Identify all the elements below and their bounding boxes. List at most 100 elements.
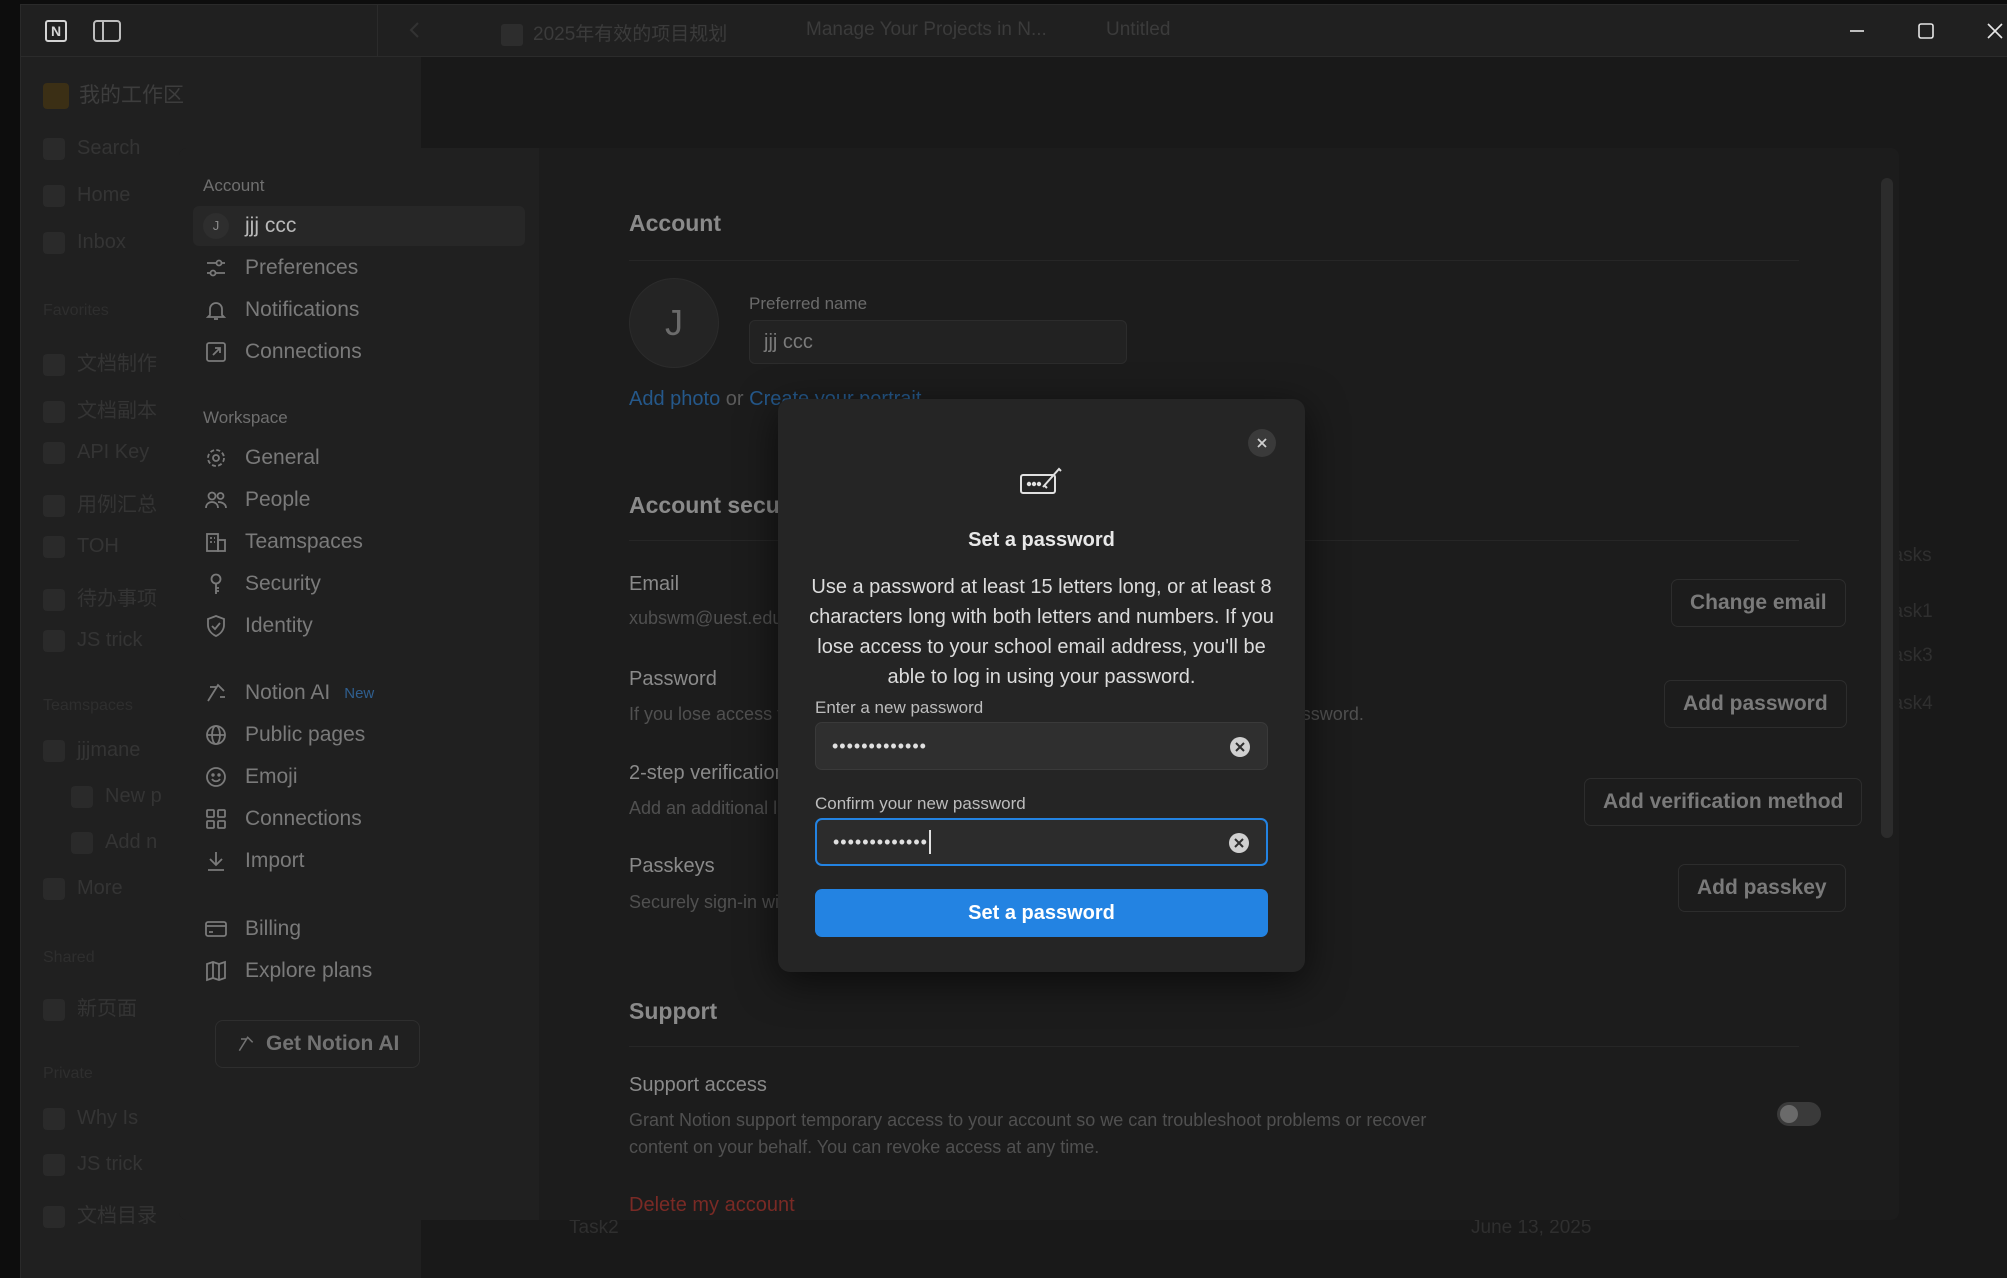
ai-icon: [236, 1034, 256, 1054]
nav-item-public-pages[interactable]: Public pages: [193, 715, 525, 755]
sidebar-item-label: Why Is: [77, 1107, 139, 1129]
get-notion-ai-button[interactable]: Get Notion AI: [215, 1020, 421, 1068]
sidebar-private-item[interactable]: JS trick: [43, 1153, 143, 1176]
sidebar-favorite[interactable]: 文档副本: [43, 394, 157, 423]
sidebar-favorite[interactable]: JS trick: [43, 629, 143, 652]
minimize-icon[interactable]: [1845, 19, 1869, 43]
sidebar-favorite[interactable]: 待办事项: [43, 582, 157, 611]
nav-item-preferences[interactable]: Preferences: [193, 248, 525, 288]
sidebar-item-label: 文档目录: [77, 1205, 157, 1227]
nav-item-billing[interactable]: Billing: [193, 909, 525, 949]
maximize-icon[interactable]: [1914, 19, 1938, 43]
sidebar-add-page[interactable]: Add n: [71, 831, 157, 854]
sidebar-private-item[interactable]: Why Is: [43, 1107, 138, 1130]
sidebar-item-label: JS trick: [77, 1153, 143, 1175]
nav-item-notifications[interactable]: Notifications: [193, 290, 525, 330]
add-passkey-button[interactable]: Add passkey: [1678, 864, 1846, 912]
home-icon: [43, 184, 65, 207]
clear-input-icon[interactable]: [1228, 832, 1250, 854]
building-icon: [203, 529, 229, 555]
sidebar-favorite[interactable]: 用例汇总: [43, 488, 157, 517]
smile-icon: [203, 764, 229, 790]
sidebar-item-label: New p: [105, 785, 162, 807]
page-icon: [501, 23, 523, 46]
nav-item-integrations[interactable]: Connections: [193, 799, 525, 839]
nav-item-connections[interactable]: Connections: [193, 332, 525, 372]
sidebar-private-item[interactable]: 文档目录: [43, 1199, 157, 1228]
email-label: Email: [629, 573, 680, 595]
page-icon: [71, 785, 93, 808]
nav-item-label: Billing: [245, 917, 302, 940]
add-verification-button[interactable]: Add verification method: [1584, 778, 1863, 826]
sidebar-shared-item[interactable]: 新页面: [43, 992, 137, 1021]
new-badge: New: [344, 684, 375, 702]
more-icon: [43, 877, 65, 900]
ai-icon: [203, 680, 229, 706]
nav-item-label: Import: [245, 849, 305, 872]
nav-item-identity[interactable]: Identity: [193, 606, 525, 646]
favorites-heading: Favorites: [43, 302, 109, 319]
sidebar-item-label: Inbox: [77, 231, 126, 253]
sidebar-favorite[interactable]: 文档制作: [43, 347, 157, 376]
page-icon: [43, 1107, 65, 1130]
page-icon: [43, 353, 65, 376]
sidebar-favorite[interactable]: API Key: [43, 441, 149, 464]
nav-item-teamspaces[interactable]: Teamspaces: [193, 522, 525, 562]
nav-item-label: Teamspaces: [245, 530, 363, 553]
nav-item-explore-plans[interactable]: Explore plans: [193, 951, 525, 991]
page-icon: [43, 1205, 65, 1228]
password-label: Password: [629, 668, 717, 690]
tab-3[interactable]: Untitled: [1106, 19, 1170, 43]
avatar[interactable]: J: [629, 278, 719, 368]
add-password-button[interactable]: Add password: [1664, 680, 1847, 728]
divider: [629, 260, 1799, 261]
support-access-toggle[interactable]: [1777, 1102, 1821, 1126]
close-icon[interactable]: [1248, 429, 1276, 457]
back-arrow-icon[interactable]: [405, 20, 425, 40]
clear-input-icon[interactable]: [1229, 736, 1251, 758]
sidebar-item-label: Add n: [105, 831, 158, 853]
nav-item-general[interactable]: General: [193, 438, 525, 478]
delete-account-link[interactable]: Delete my account: [629, 1194, 795, 1217]
sidebar-item-inbox[interactable]: Inbox: [43, 231, 126, 254]
card-icon: [203, 916, 229, 942]
sidebar-favorite[interactable]: TOH: [43, 535, 119, 558]
external-link-icon: [203, 339, 229, 365]
dialog-description: Use a password at least 15 letters long,…: [809, 576, 1274, 688]
sidebar-item-label: Home: [77, 184, 131, 206]
divider: [629, 1046, 1799, 1047]
preferred-name-input[interactable]: jjj ccc: [749, 320, 1127, 364]
settings-scrollbar[interactable]: [1881, 178, 1893, 838]
nav-item-account[interactable]: J jjj ccc: [193, 206, 525, 246]
sidebar-teamspace-page[interactable]: New p: [71, 785, 162, 808]
sidebar-item-home[interactable]: Home: [43, 184, 130, 207]
nav-item-people[interactable]: People: [193, 480, 525, 520]
gear-icon: [203, 445, 229, 471]
tab-2[interactable]: Manage Your Projects in N...: [806, 19, 1047, 43]
new-password-value: •••••••••••••: [832, 735, 927, 756]
sidebar-item-search[interactable]: Search: [43, 137, 140, 160]
change-email-button[interactable]: Change email: [1671, 579, 1846, 627]
nav-item-import[interactable]: Import: [193, 841, 525, 881]
sidebar-teamspace[interactable]: jjjmane: [43, 739, 140, 762]
nav-item-label: Explore plans: [245, 959, 373, 982]
nav-item-security[interactable]: Security: [193, 564, 525, 604]
private-heading: Private: [43, 1065, 93, 1082]
confirm-password-field[interactable]: •••••••••••••: [815, 818, 1268, 866]
teamspace-icon: [43, 739, 65, 762]
nav-item-emoji[interactable]: Emoji: [193, 757, 525, 797]
sidebar-more[interactable]: More: [43, 877, 123, 900]
nav-item-notion-ai[interactable]: Notion AI New: [193, 673, 525, 713]
sidebar-toggle-icon[interactable]: [93, 20, 121, 42]
sidebar-item-label: API Key: [77, 441, 150, 463]
tab-1[interactable]: 2025年有效的项目规划: [501, 19, 727, 46]
set-password-button[interactable]: Set a password: [815, 889, 1268, 937]
notion-logo-icon: N: [45, 20, 67, 42]
download-icon: [203, 848, 229, 874]
support-access-label: Support access: [629, 1074, 767, 1096]
preferred-name-label: Preferred name: [749, 294, 868, 313]
workspace-switcher[interactable]: 我的工作区: [43, 79, 184, 110]
add-photo-link[interactable]: Add photo: [629, 388, 720, 410]
close-window-icon[interactable]: [1983, 19, 2007, 43]
new-password-field[interactable]: •••••••••••••: [815, 722, 1268, 770]
